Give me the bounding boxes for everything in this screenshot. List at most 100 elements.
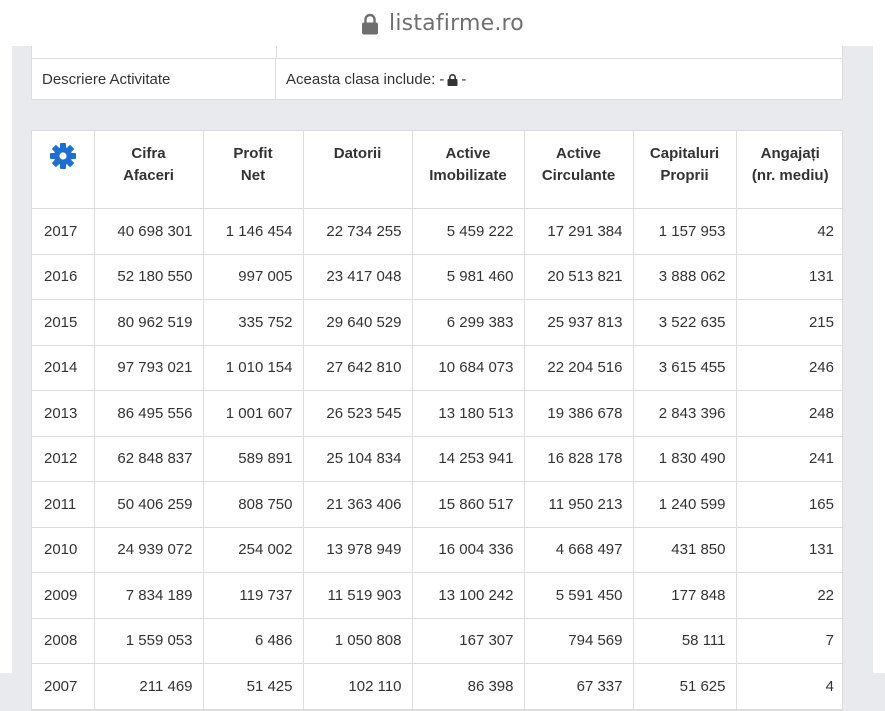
col-header-capitaluri-proprii[interactable]: Capitaluri Proprii xyxy=(632,131,737,209)
cell-angajati: 4 xyxy=(735,663,844,710)
table-row: 2015 80 962 519 335 752 29 640 529 6 299 383… xyxy=(32,299,844,346)
cell-profit-net: 1 010 154 xyxy=(202,344,304,391)
info-row-activity-description: Descriere Activitate Aceasta clasa inclu… xyxy=(32,59,842,100)
cell-datorii: 22 734 255 xyxy=(302,208,413,255)
cell-cifra-afaceri: 24 939 072 xyxy=(93,526,204,573)
cell-datorii: 21 363 406 xyxy=(302,481,413,528)
cell-cifra-afaceri: 62 848 837 xyxy=(93,435,204,482)
cell-profit-net: 589 891 xyxy=(202,435,304,482)
cell-year: 2017 xyxy=(32,208,95,255)
cell-datorii: 25 104 834 xyxy=(302,435,413,482)
cell-year: 2012 xyxy=(32,435,95,482)
info-value-suffix: - xyxy=(461,71,467,88)
col-header-active-circulante[interactable]: Active Circulante xyxy=(523,131,634,209)
col-header-cifra-afaceri[interactable]: Cifra Afaceri xyxy=(93,131,204,209)
cell-year: 2009 xyxy=(32,572,95,619)
cell-capitaluri-proprii: 3 522 635 xyxy=(632,299,737,346)
cell-angajati: 246 xyxy=(735,344,844,391)
cell-active-circulante: 22 204 516 xyxy=(523,344,634,391)
cell-profit-net: 808 750 xyxy=(202,481,304,528)
cell-cifra-afaceri: 52 180 550 xyxy=(93,253,204,300)
page-frame-left xyxy=(0,46,12,673)
cell-datorii: 23 417 048 xyxy=(302,253,413,300)
cell-active-circulante: 11 950 213 xyxy=(523,481,634,528)
cell-active-circulante: 20 513 821 xyxy=(523,253,634,300)
activity-info-card: Descriere Activitate Aceasta clasa inclu… xyxy=(31,46,843,100)
cell-active-circulante: 16 828 178 xyxy=(523,435,634,482)
cell-profit-net: 51 425 xyxy=(202,663,304,710)
table-body: 2017 40 698 301 1 146 454 22 734 255 5 459 2… xyxy=(32,208,844,710)
cell-cifra-afaceri: 80 962 519 xyxy=(93,299,204,346)
cell-angajati: 241 xyxy=(735,435,844,482)
cell-datorii: 102 110 xyxy=(302,663,413,710)
cell-capitaluri-proprii: 2 843 396 xyxy=(632,390,737,437)
col-header-datorii[interactable]: Datorii xyxy=(302,131,413,209)
table-row: 2016 52 180 550 997 005 23 417 048 5 981 460… xyxy=(32,253,844,300)
cell-cifra-afaceri: 7 834 189 xyxy=(93,572,204,619)
cell-capitaluri-proprii: 1 157 953 xyxy=(632,208,737,255)
cell-cifra-afaceri: 1 559 053 xyxy=(93,617,204,664)
cell-active-circulante: 5 591 450 xyxy=(523,572,634,619)
cell-year: 2007 xyxy=(32,663,95,710)
table-row: 2012 62 848 837 589 891 25 104 834 14 253 94… xyxy=(32,435,844,482)
cell-year: 2016 xyxy=(32,253,95,300)
cell-profit-net: 6 486 xyxy=(202,617,304,664)
cell-cifra-afaceri: 86 495 556 xyxy=(93,390,204,437)
cell-profit-net: 997 005 xyxy=(202,253,304,300)
cell-capitaluri-proprii: 1 240 599 xyxy=(632,481,737,528)
cell-capitaluri-proprii: 3 615 455 xyxy=(632,344,737,391)
col-header-active-imobilizate[interactable]: Active Imobilizate xyxy=(411,131,525,209)
cell-angajati: 22 xyxy=(735,572,844,619)
locked-content-icon[interactable] xyxy=(447,73,458,86)
cell-active-imobilizate: 16 004 336 xyxy=(411,526,525,573)
cell-active-imobilizate: 5 981 460 xyxy=(411,253,525,300)
cell-capitaluri-proprii: 58 111 xyxy=(632,617,737,664)
cell-datorii: 26 523 545 xyxy=(302,390,413,437)
cell-active-imobilizate: 5 459 222 xyxy=(411,208,525,255)
table-row: 2009 7 834 189 119 737 11 519 903 13 100 242… xyxy=(32,572,844,619)
cell-angajati: 131 xyxy=(735,253,844,300)
cell-active-circulante: 794 569 xyxy=(523,617,634,664)
cell-year: 2010 xyxy=(32,526,95,573)
cell-profit-net: 335 752 xyxy=(202,299,304,346)
cell-profit-net: 1 146 454 xyxy=(202,208,304,255)
page-frame-right xyxy=(873,46,885,673)
cell-profit-net: 254 002 xyxy=(202,526,304,573)
col-header-angajati[interactable]: Angajați (nr. mediu) xyxy=(735,131,844,209)
cell-capitaluri-proprii: 177 848 xyxy=(632,572,737,619)
cell-active-circulante: 4 668 497 xyxy=(523,526,634,573)
cell-active-imobilizate: 13 100 242 xyxy=(411,572,525,619)
cell-active-imobilizate: 10 684 073 xyxy=(411,344,525,391)
cell-capitaluri-proprii: 431 850 xyxy=(632,526,737,573)
cell-year: 2013 xyxy=(32,390,95,437)
cell-active-imobilizate: 86 398 xyxy=(411,663,525,710)
cell-capitaluri-proprii: 51 625 xyxy=(632,663,737,710)
cell-cifra-afaceri: 40 698 301 xyxy=(93,208,204,255)
cell-active-imobilizate: 15 860 517 xyxy=(411,481,525,528)
cell-profit-net: 119 737 xyxy=(202,572,304,619)
cell-active-imobilizate: 167 307 xyxy=(411,617,525,664)
previous-row-stub xyxy=(32,46,842,59)
cell-active-circulante: 17 291 384 xyxy=(523,208,634,255)
address-bar[interactable]: listafirme.ro xyxy=(0,0,885,46)
cell-profit-net: 1 001 607 xyxy=(202,390,304,437)
cell-datorii: 13 978 949 xyxy=(302,526,413,573)
cell-datorii: 29 640 529 xyxy=(302,299,413,346)
cell-cifra-afaceri: 211 469 xyxy=(93,663,204,710)
info-value-prefix: Aceasta clasa include: - xyxy=(286,71,445,88)
url-domain: listafirme.ro xyxy=(389,10,524,36)
table-row: 2010 24 939 072 254 002 13 978 949 16 004 33… xyxy=(32,526,844,573)
cell-active-circulante: 25 937 813 xyxy=(523,299,634,346)
cell-year: 2015 xyxy=(32,299,95,346)
settings-header-cell[interactable] xyxy=(32,131,95,209)
cell-active-imobilizate: 6 299 383 xyxy=(411,299,525,346)
cell-active-imobilizate: 14 253 941 xyxy=(411,435,525,482)
col-header-profit-net[interactable]: Profit Net xyxy=(202,131,304,209)
cell-cifra-afaceri: 50 406 259 xyxy=(93,481,204,528)
cell-active-circulante: 19 386 678 xyxy=(523,390,634,437)
cell-capitaluri-proprii: 1 830 490 xyxy=(632,435,737,482)
table-row: 2007 211 469 51 425 102 110 86 398 67 337 51 6… xyxy=(32,663,844,710)
cell-year: 2014 xyxy=(32,344,95,391)
lock-icon xyxy=(362,13,379,35)
gear-icon[interactable] xyxy=(49,142,77,170)
